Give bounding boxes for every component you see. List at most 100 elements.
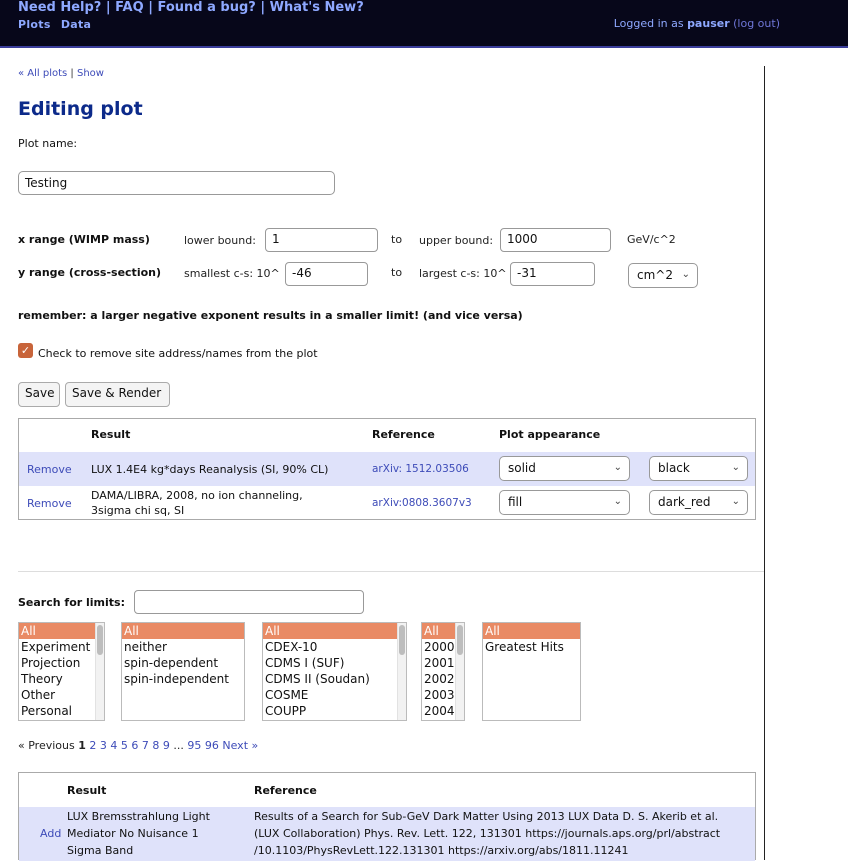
scrollbar[interactable] bbox=[397, 623, 406, 720]
breadcrumb: « All plots | Show bbox=[18, 68, 104, 79]
list-option[interactable]: Theory bbox=[19, 671, 104, 687]
section-divider bbox=[18, 571, 764, 572]
logged-in-text: Logged in as bbox=[613, 17, 684, 30]
remove-link[interactable]: Remove bbox=[27, 463, 72, 476]
page-link[interactable]: 6 bbox=[131, 739, 138, 752]
save-button[interactable]: Save bbox=[18, 382, 60, 407]
username-link[interactable]: pauser bbox=[687, 17, 730, 30]
y-unit-select[interactable]: cm^2 ⌄ bbox=[628, 263, 698, 288]
color-select[interactable]: dark_red ⌄ bbox=[649, 490, 748, 515]
color-select[interactable]: black ⌄ bbox=[649, 456, 748, 481]
col-reference-header: Reference bbox=[254, 784, 317, 797]
reference-line3: /10.1103/PhysRevLett.122.131301 https://… bbox=[254, 844, 629, 857]
user-status: Logged in as pauser (log out) bbox=[614, 17, 780, 30]
spin-listbox[interactable]: All neither spin-dependent spin-independ… bbox=[121, 622, 245, 721]
whats-new-link[interactable]: What's New? bbox=[270, 0, 364, 15]
page-link[interactable]: 96 bbox=[205, 739, 219, 752]
result-name-line1: LUX Bremsstrahlung Light bbox=[67, 810, 210, 823]
list-option[interactable]: spin-independent bbox=[122, 671, 244, 687]
list-option[interactable]: CDMS I (SUF) bbox=[263, 655, 406, 671]
found-bug-link[interactable]: Found a bug? bbox=[158, 0, 256, 15]
page-ellipsis: ... bbox=[173, 739, 184, 752]
faq-link[interactable]: FAQ bbox=[115, 0, 144, 15]
list-option[interactable]: All bbox=[122, 623, 244, 639]
list-option[interactable]: COSME bbox=[263, 687, 406, 703]
x-lower-input[interactable]: 1 bbox=[265, 228, 378, 252]
scrollbar[interactable] bbox=[95, 623, 104, 720]
search-limits-input[interactable] bbox=[134, 590, 364, 614]
col-result-header: Result bbox=[91, 428, 131, 441]
remove-link[interactable]: Remove bbox=[27, 497, 72, 510]
next-page-link[interactable]: Next » bbox=[222, 739, 258, 752]
page-title: Editing plot bbox=[18, 98, 143, 120]
list-option[interactable]: neither bbox=[122, 639, 244, 655]
style-select[interactable]: fill ⌄ bbox=[499, 490, 630, 515]
greatest-hits-listbox[interactable]: All Greatest Hits bbox=[482, 622, 581, 721]
list-option[interactable]: Projection bbox=[19, 655, 104, 671]
list-option[interactable]: COUPP bbox=[263, 703, 406, 719]
y-small-input[interactable]: -46 bbox=[285, 262, 368, 286]
list-option[interactable]: spin-dependent bbox=[122, 655, 244, 671]
table-row: Remove LUX 1.4E4 kg*days Reanalysis (SI,… bbox=[19, 452, 755, 486]
list-option[interactable]: Experiment bbox=[19, 639, 104, 655]
save-render-button[interactable]: Save & Render bbox=[65, 382, 170, 407]
page-link[interactable]: 7 bbox=[142, 739, 149, 752]
experiment-listbox[interactable]: All CDEX-10 CDMS I (SUF) CDMS II (Soudan… bbox=[262, 622, 407, 721]
scrollbar-thumb[interactable] bbox=[97, 625, 103, 655]
col-appearance-header: Plot appearance bbox=[499, 428, 601, 441]
help-links: Need Help? | FAQ | Found a bug? | What's… bbox=[18, 0, 364, 15]
reference-link[interactable]: arXiv:0808.3607v3 bbox=[372, 497, 472, 509]
result-name-line2: 3sigma chi sq, SI bbox=[91, 504, 185, 517]
need-help-link[interactable]: Need Help? bbox=[18, 0, 101, 15]
page-link[interactable]: 5 bbox=[121, 739, 128, 752]
remove-names-checkbox[interactable]: ✓ bbox=[18, 343, 33, 358]
x-upper-label: upper bound: bbox=[419, 234, 494, 247]
scrollbar[interactable] bbox=[455, 623, 464, 720]
page-link[interactable]: 9 bbox=[163, 739, 170, 752]
list-option[interactable]: All bbox=[483, 623, 580, 639]
x-to-label: to bbox=[391, 233, 403, 246]
pagination: « Previous 1 2 3 4 5 6 7 8 9 ... 95 96 N… bbox=[18, 739, 258, 752]
page-link[interactable]: 4 bbox=[110, 739, 117, 752]
reference-line2: (LUX Collaboration) Phys. Rev. Lett. 122… bbox=[254, 827, 721, 840]
list-option[interactable]: All bbox=[263, 623, 406, 639]
list-option[interactable]: CDMS II (Soudan) bbox=[263, 671, 406, 687]
page-link[interactable]: 8 bbox=[152, 739, 159, 752]
current-page: 1 bbox=[78, 739, 86, 752]
chevron-down-icon: ⌄ bbox=[613, 462, 622, 473]
plot-name-input[interactable]: Testing bbox=[18, 171, 335, 195]
page-link[interactable]: 95 bbox=[187, 739, 201, 752]
top-header: Need Help? | FAQ | Found a bug? | What's… bbox=[0, 0, 848, 48]
logout-link[interactable]: (log out) bbox=[733, 17, 780, 30]
reference-link[interactable]: arXiv: 1512.03506 bbox=[372, 463, 469, 475]
year-listbox[interactable]: All 2000 2001 2002 2003 2004 bbox=[421, 622, 465, 721]
style-select[interactable]: solid ⌄ bbox=[499, 456, 630, 481]
x-upper-input[interactable]: 1000 bbox=[500, 228, 611, 252]
y-unit-value: cm^2 bbox=[637, 268, 673, 282]
page-link[interactable]: 2 bbox=[89, 739, 96, 752]
add-link[interactable]: Add bbox=[40, 827, 61, 840]
page-link[interactable]: 3 bbox=[100, 739, 107, 752]
result-name: LUX 1.4E4 kg*days Reanalysis (SI, 90% CL… bbox=[91, 463, 329, 476]
nav-data[interactable]: Data bbox=[61, 18, 91, 31]
category-listbox[interactable]: All Experiment Projection Theory Other P… bbox=[18, 622, 105, 721]
scrollbar-thumb[interactable] bbox=[399, 625, 405, 655]
list-option[interactable]: Personal bbox=[19, 703, 104, 719]
list-option[interactable]: Greatest Hits bbox=[483, 639, 580, 655]
scrollbar-thumb[interactable] bbox=[457, 625, 463, 655]
list-option[interactable]: All bbox=[19, 623, 104, 639]
right-divider bbox=[764, 66, 765, 860]
x-range-label: x range (WIMP mass) bbox=[18, 233, 150, 246]
y-range-label: y range (cross-section) bbox=[18, 266, 162, 279]
x-lower-label: lower bound: bbox=[184, 234, 256, 247]
result-name-line2: Mediator No Nuisance 1 bbox=[67, 827, 199, 840]
y-large-input[interactable]: -31 bbox=[510, 262, 595, 286]
all-plots-link[interactable]: « All plots bbox=[18, 68, 67, 79]
search-limits-label: Search for limits: bbox=[18, 596, 125, 609]
nav-plots[interactable]: Plots bbox=[18, 18, 51, 31]
result-name-line1: DAMA/LIBRA, 2008, no ion channeling, bbox=[91, 489, 303, 502]
list-option[interactable]: Other bbox=[19, 687, 104, 703]
list-option[interactable]: CDEX-10 bbox=[263, 639, 406, 655]
col-result-header: Result bbox=[67, 784, 107, 797]
show-link[interactable]: Show bbox=[77, 68, 104, 79]
